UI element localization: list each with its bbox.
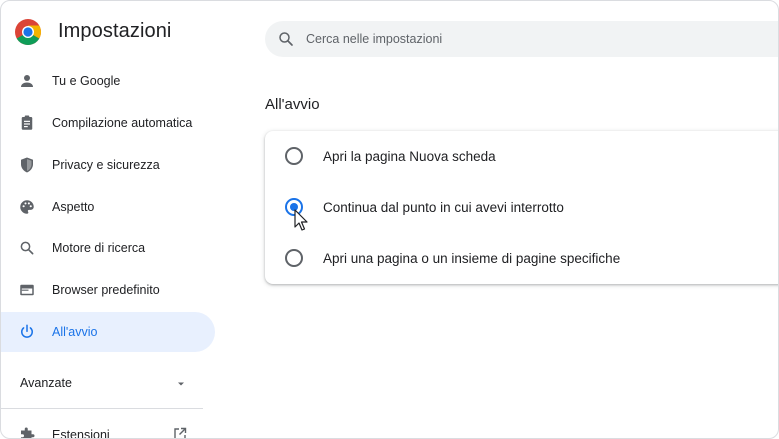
option-label: Apri la pagina Nuova scheda bbox=[323, 149, 496, 164]
search-input[interactable]: Cerca nelle impostazioni bbox=[306, 32, 442, 46]
radio-button[interactable] bbox=[285, 147, 303, 165]
sidebar-item-label: Browser predefinito bbox=[52, 283, 160, 297]
settings-window: Impostazioni Cerca nelle impostazioni Tu… bbox=[0, 0, 779, 439]
sidebar-item-label: Motore di ricerca bbox=[52, 241, 146, 255]
chrome-logo-icon bbox=[15, 19, 41, 45]
startup-options-card: Apri la pagina Nuova scheda Continua dal… bbox=[265, 131, 778, 284]
browser-icon bbox=[20, 284, 34, 296]
sidebar-item-all-avvio[interactable]: All'avvio bbox=[1, 312, 215, 352]
clipboard-icon bbox=[21, 115, 33, 130]
sidebar-item-estensioni[interactable]: Estensioni bbox=[1, 415, 201, 439]
open-in-new-icon bbox=[174, 427, 187, 438]
startup-option-new-tab[interactable]: Apri la pagina Nuova scheda bbox=[265, 133, 778, 179]
palette-icon bbox=[20, 200, 34, 214]
sidebar-item-privacy[interactable]: Privacy e sicurezza bbox=[1, 145, 215, 185]
sidebar-item-label: Privacy e sicurezza bbox=[52, 158, 160, 172]
startup-option-continue[interactable]: Continua dal punto in cui avevi interrot… bbox=[265, 184, 778, 230]
chevron-down-icon bbox=[178, 382, 184, 386]
search-icon bbox=[20, 241, 34, 255]
power-icon bbox=[21, 324, 33, 338]
search-icon bbox=[279, 32, 293, 46]
sidebar-item-compilazione[interactable]: Compilazione automatica bbox=[1, 103, 215, 143]
sidebar-item-aspetto[interactable]: Aspetto bbox=[1, 187, 215, 227]
person-icon bbox=[21, 75, 33, 87]
startup-option-specific-pages[interactable]: Apri una pagina o un insieme di pagine s… bbox=[265, 235, 778, 281]
app-title: Impostazioni bbox=[58, 20, 172, 42]
sidebar-item-label: Aspetto bbox=[52, 200, 95, 214]
option-label: Continua dal punto in cui avevi interrot… bbox=[323, 200, 564, 215]
sidebar-item-browser-predefinito[interactable]: Browser predefinito bbox=[1, 270, 215, 310]
sidebar-item-label: Tu e Google bbox=[52, 74, 121, 88]
option-label: Apri una pagina o un insieme di pagine s… bbox=[323, 251, 621, 266]
puzzle-icon bbox=[21, 427, 35, 438]
sidebar-item-motore-di-ricerca[interactable]: Motore di ricerca bbox=[1, 228, 215, 268]
radio-button[interactable] bbox=[285, 249, 303, 267]
shield-icon bbox=[21, 157, 33, 173]
advanced-toggle[interactable]: Avanzate bbox=[1, 363, 201, 403]
sidebar-item-label: All'avvio bbox=[52, 325, 98, 339]
sidebar-divider bbox=[1, 408, 203, 409]
sidebar-item-tu-e-google[interactable]: Tu e Google bbox=[1, 61, 215, 101]
sidebar-item-label: Compilazione automatica bbox=[52, 116, 193, 130]
section-title: All'avvio bbox=[265, 96, 320, 113]
advanced-label: Avanzate bbox=[20, 376, 72, 390]
search-bar[interactable]: Cerca nelle impostazioni bbox=[265, 21, 778, 57]
sidebar-item-label: Estensioni bbox=[52, 428, 110, 439]
mouse-cursor-icon bbox=[294, 209, 308, 231]
